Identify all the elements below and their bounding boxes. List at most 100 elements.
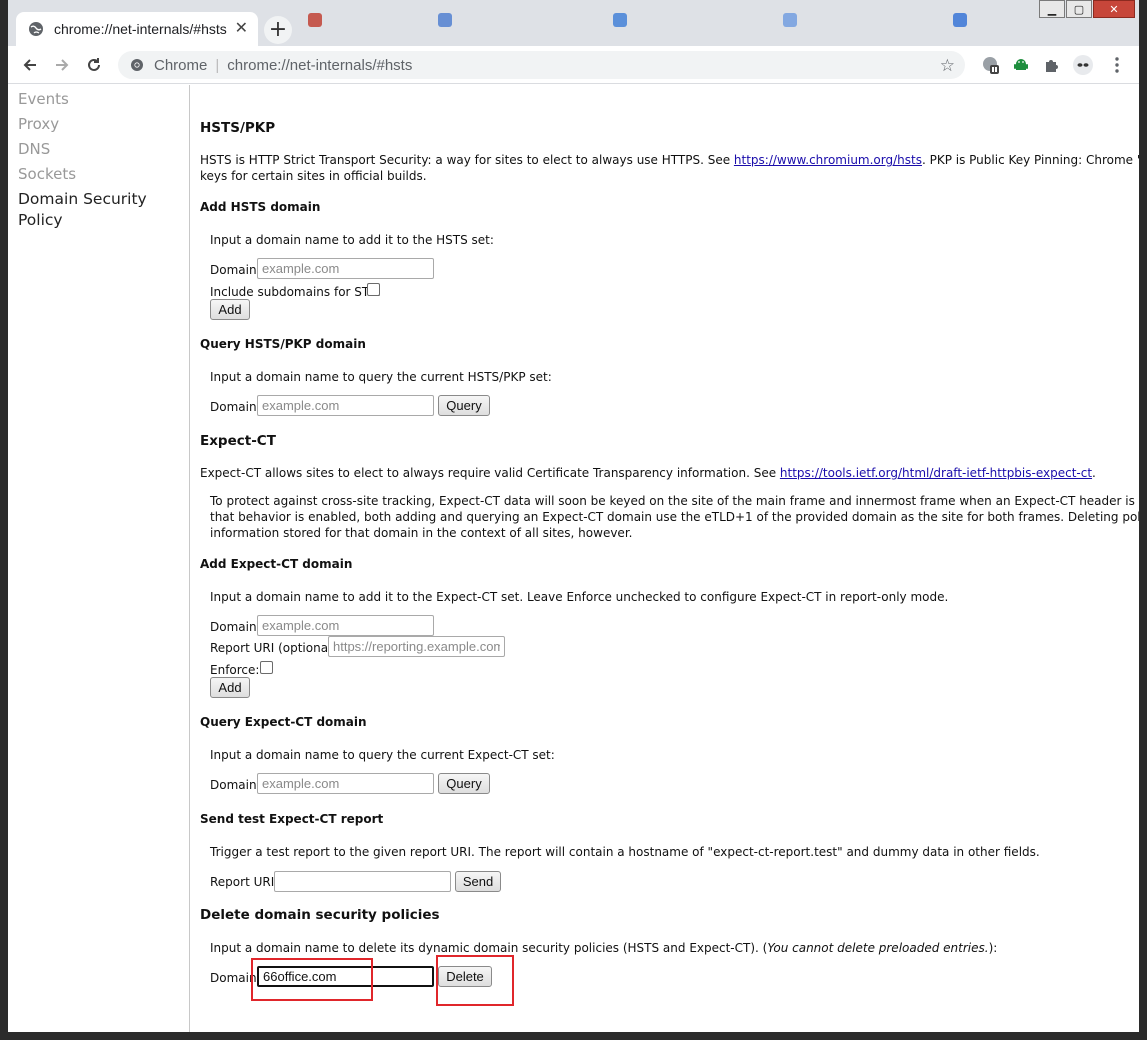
- background-tab[interactable]: [783, 6, 943, 34]
- arrow-right-icon: [56, 59, 69, 71]
- hsts-heading: HSTS/PKP: [200, 120, 276, 136]
- send-test-report-button[interactable]: Send: [455, 871, 501, 892]
- browser-window: chrome://net-internals/#hsts ✕ + ▁ ▢ ✕ C…: [8, 0, 1139, 1032]
- pause-extension-icon: [983, 57, 999, 74]
- add-expect-ct-domain-input[interactable]: [257, 615, 434, 636]
- kebab-menu-icon: [1115, 57, 1119, 73]
- add-expect-ct-heading: Add Expect-CT domain: [200, 557, 353, 571]
- omnibox-scheme-label: Chrome: [154, 56, 208, 74]
- new-tab-button[interactable]: +: [264, 16, 292, 44]
- expect-ct-note-line2: that behavior is enabled, both adding an…: [210, 510, 1139, 524]
- query-expect-ct-heading: Query Expect-CT domain: [200, 715, 367, 729]
- add-hsts-domain-input[interactable]: [257, 258, 434, 279]
- hsts-link[interactable]: https://www.chromium.org/hsts: [734, 153, 922, 167]
- add-expect-ct-button[interactable]: Add: [210, 677, 250, 698]
- add-expect-ct-instruction: Input a domain name to add it to the Exp…: [210, 590, 949, 604]
- extension-icon[interactable]: [1010, 54, 1032, 76]
- globe-icon: [29, 22, 43, 36]
- test-report-instruction: Trigger a test report to the given repor…: [210, 845, 1040, 859]
- enforce-label: Enforce:: [210, 663, 260, 677]
- hsts-description-text: HSTS is HTTP Strict Transport Security: …: [200, 153, 734, 167]
- query-hsts-domain-label: Domain:: [210, 400, 261, 414]
- delete-button[interactable]: Delete: [438, 966, 492, 987]
- add-hsts-instruction: Input a domain name to add it to the HST…: [210, 233, 494, 247]
- add-hsts-domain-label: Domain:: [210, 263, 261, 277]
- delete-instruction-text: Input a domain name to delete its dynami…: [210, 941, 768, 955]
- query-hsts-instruction: Input a domain name to query the current…: [210, 370, 552, 384]
- include-subdomains-checkbox[interactable]: [367, 283, 380, 296]
- expect-ct-note-line1: To protect against cross-site tracking, …: [210, 494, 1139, 508]
- sidebar-item-sockets[interactable]: Sockets: [8, 162, 189, 187]
- tab-favicon-icon: [613, 13, 627, 27]
- extensions-button[interactable]: [1041, 54, 1063, 76]
- sidebar: Events Proxy DNS Sockets Domain Security…: [8, 85, 190, 1032]
- enforce-checkbox[interactable]: [260, 661, 273, 674]
- test-report-heading: Send test Expect-CT report: [200, 812, 384, 826]
- expect-ct-description: Expect-CT allows sites to elect to alway…: [200, 465, 1096, 481]
- maximize-icon[interactable]: ▢: [1066, 0, 1092, 18]
- background-tab[interactable]: [953, 6, 1023, 34]
- android-icon: [1014, 59, 1028, 70]
- query-expect-ct-domain-label: Domain:: [210, 778, 261, 792]
- include-subdomains-label: Include subdomains for STS:: [210, 285, 381, 299]
- sidebar-item-proxy[interactable]: Proxy: [8, 112, 189, 137]
- back-button[interactable]: [18, 53, 42, 77]
- avatar-icon: [1073, 55, 1093, 75]
- expect-ct-link[interactable]: https://tools.ietf.org/html/draft-ietf-h…: [780, 466, 1092, 480]
- arrow-left-icon: [23, 59, 36, 71]
- report-uri-optional-label: Report URI (optional):: [210, 641, 341, 655]
- omnibox-url: chrome://net-internals/#hsts: [227, 56, 413, 74]
- address-bar[interactable]: Chrome | chrome://net-internals/#hsts ☆: [118, 51, 965, 79]
- delete-instruction-note: You cannot delete preloaded entries.: [767, 941, 989, 955]
- test-report-uri-input[interactable]: [274, 871, 451, 892]
- delete-policies-heading: Delete domain security policies: [200, 907, 440, 923]
- query-expect-ct-instruction: Input a domain name to query the current…: [210, 748, 555, 762]
- profile-avatar[interactable]: [1072, 54, 1094, 76]
- hsts-description-text: . PKP is Public Key Pinning: Chrome "pin…: [921, 153, 1139, 167]
- tab-favicon-icon: [953, 13, 967, 27]
- minimize-icon[interactable]: ▁: [1039, 0, 1065, 18]
- tab-favicon-icon: [308, 13, 322, 27]
- expect-ct-note-line3: information stored for that domain in th…: [210, 526, 633, 540]
- chrome-logo-icon: [131, 59, 143, 71]
- puzzle-piece-icon: [1046, 60, 1058, 72]
- expect-ct-heading: Expect-CT: [200, 433, 276, 449]
- background-tab[interactable]: [308, 6, 418, 34]
- query-expect-ct-domain-input[interactable]: [257, 773, 434, 794]
- window-close-icon[interactable]: ✕: [1093, 0, 1135, 18]
- browser-toolbar: Chrome | chrome://net-internals/#hsts ☆: [8, 46, 1139, 84]
- page-content: Events Proxy DNS Sockets Domain Security…: [8, 85, 1139, 1032]
- delete-instruction: Input a domain name to delete its dynami…: [210, 940, 997, 956]
- bookmark-star-icon[interactable]: ☆: [940, 56, 955, 76]
- reload-icon: [88, 58, 100, 71]
- tab-favicon-icon: [438, 13, 452, 27]
- sidebar-item-dns[interactable]: DNS: [8, 137, 189, 162]
- sidebar-item-domain-security-policy[interactable]: Domain Security Policy: [8, 187, 189, 229]
- query-hsts-domain-input[interactable]: [257, 395, 434, 416]
- active-tab[interactable]: chrome://net-internals/#hsts ✕: [16, 12, 258, 46]
- add-hsts-heading: Add HSTS domain: [200, 200, 321, 214]
- tab-close-icon[interactable]: ✕: [235, 20, 248, 36]
- hsts-description-line2: keys for certain sites in official build…: [200, 169, 427, 183]
- tab-favicon-icon: [783, 13, 797, 27]
- expect-ct-description-text: Expect-CT allows sites to elect to alway…: [200, 466, 780, 480]
- delete-instruction-text: ):: [988, 941, 998, 955]
- test-report-uri-label: Report URI:: [210, 875, 279, 889]
- delete-domain-input[interactable]: [257, 966, 434, 987]
- query-hsts-button[interactable]: Query: [438, 395, 490, 416]
- forward-button[interactable]: [50, 53, 74, 77]
- query-expect-ct-button[interactable]: Query: [438, 773, 490, 794]
- query-hsts-heading: Query HSTS/PKP domain: [200, 337, 366, 351]
- tab-title: chrome://net-internals/#hsts: [54, 21, 227, 37]
- report-uri-optional-input[interactable]: [328, 636, 505, 657]
- add-hsts-button[interactable]: Add: [210, 299, 250, 320]
- background-tab[interactable]: [438, 6, 598, 34]
- reload-button[interactable]: [82, 53, 106, 77]
- background-tab[interactable]: [613, 6, 773, 34]
- add-expect-ct-domain-label: Domain:: [210, 620, 261, 634]
- expect-ct-description-text: .: [1092, 466, 1096, 480]
- sidebar-item-events[interactable]: Events: [8, 87, 189, 112]
- extension-icon[interactable]: [980, 54, 1002, 76]
- menu-button[interactable]: [1106, 54, 1128, 76]
- delete-domain-label: Domain:: [210, 971, 261, 985]
